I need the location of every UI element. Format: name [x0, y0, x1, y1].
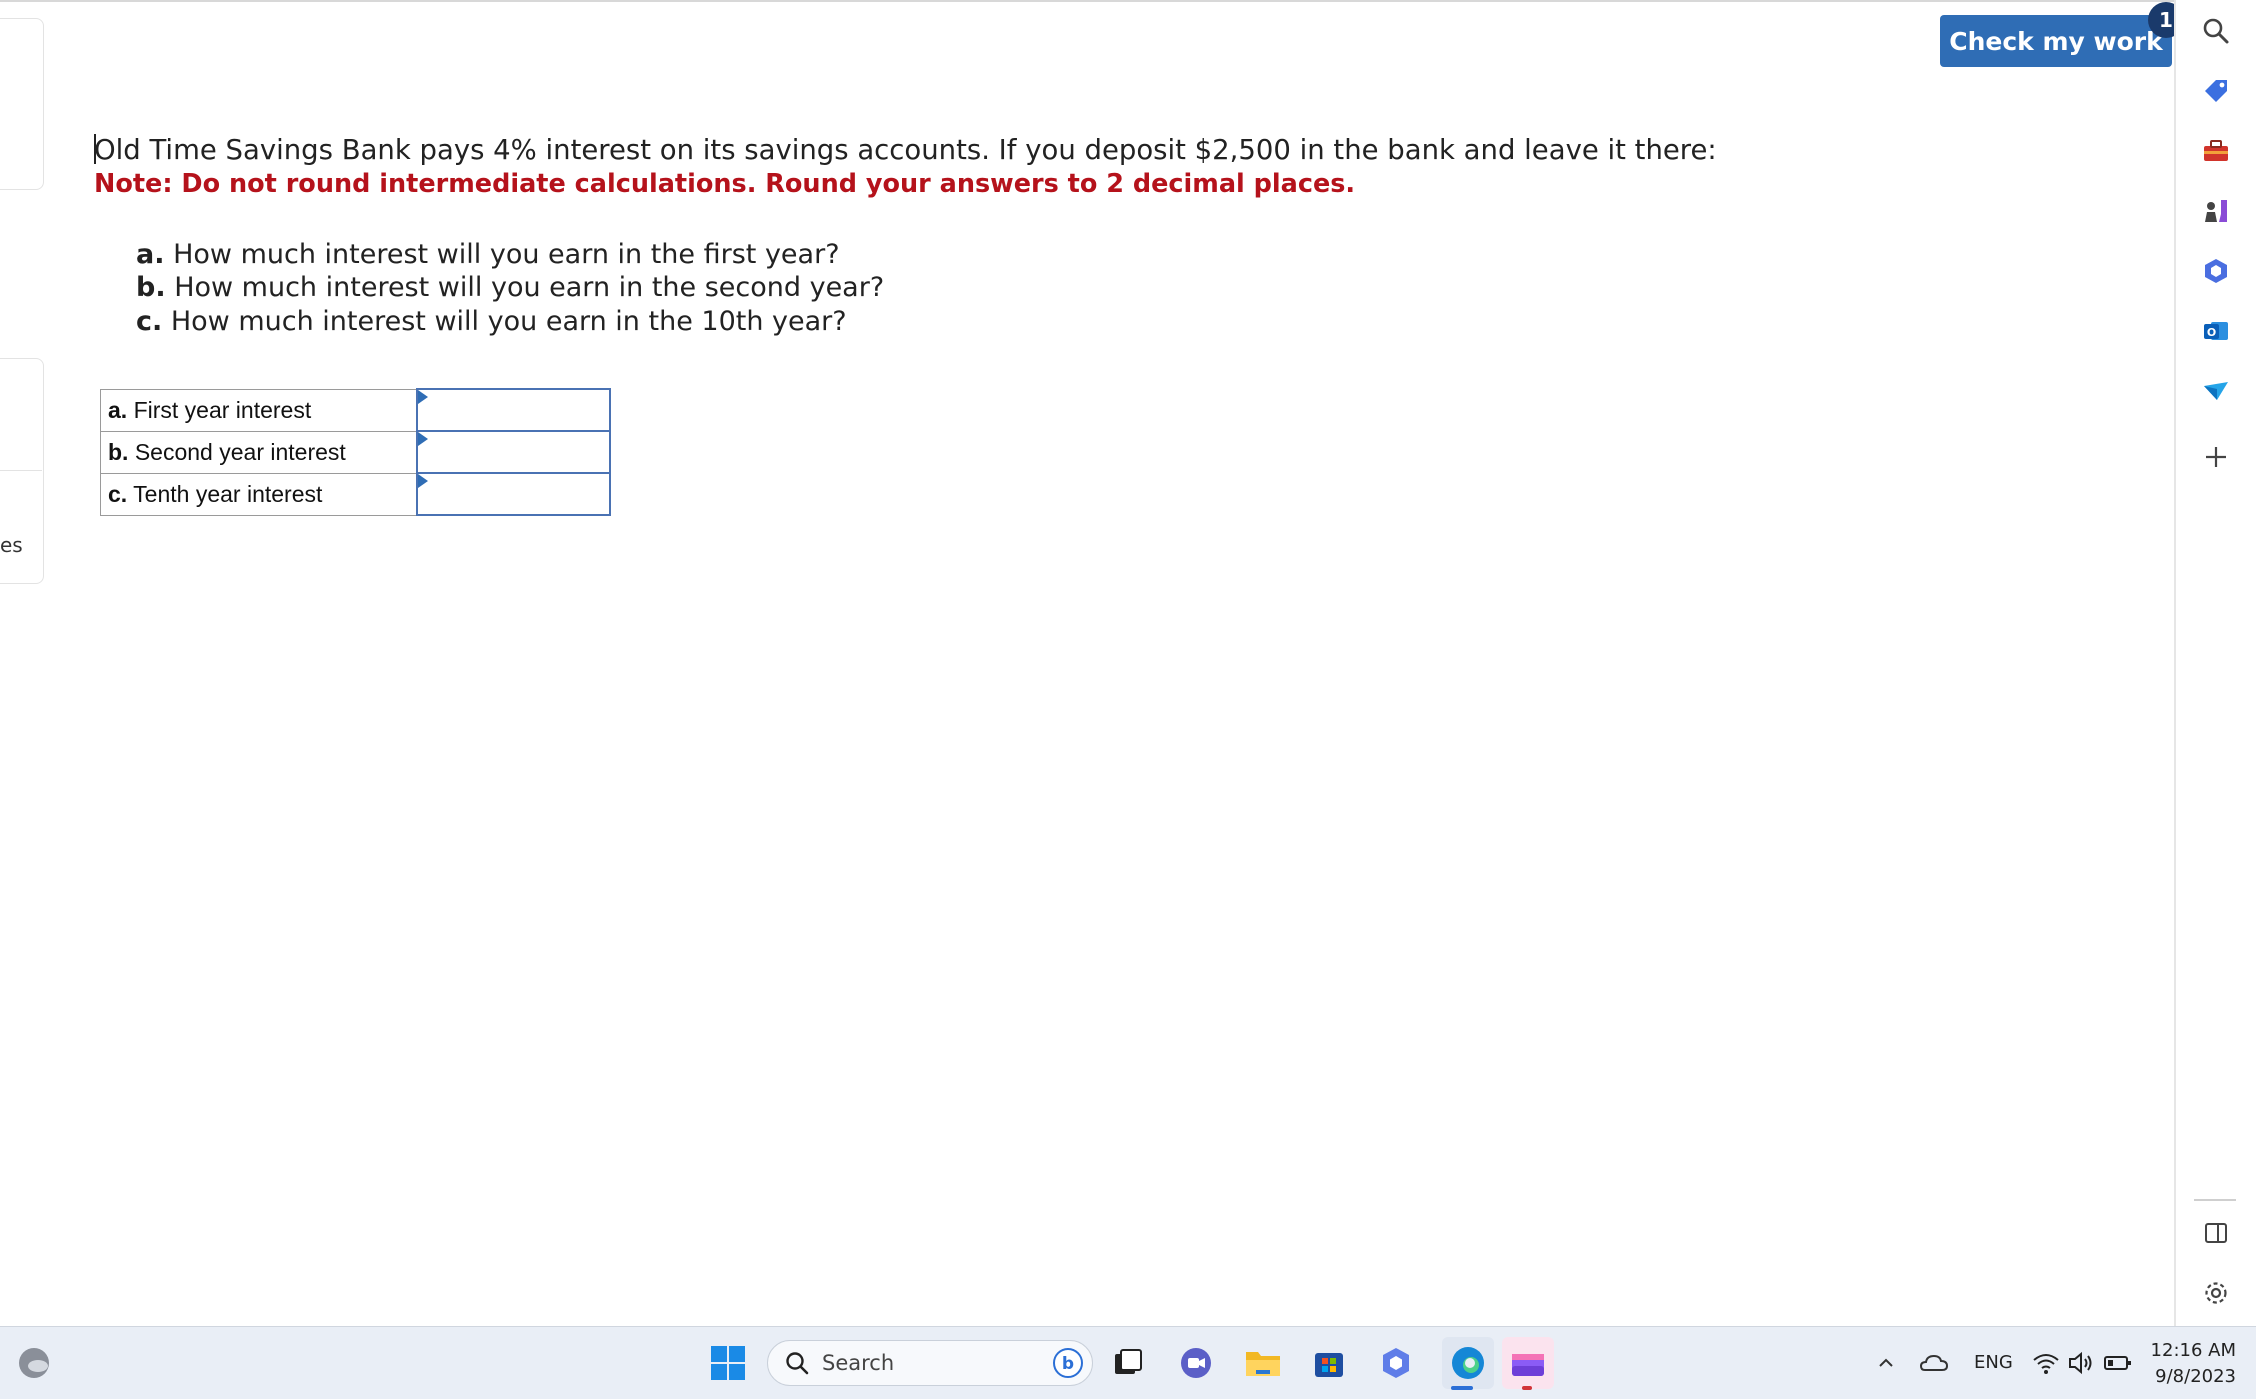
clock-date: 9/8/2023 — [2155, 1366, 2236, 1387]
answer-table: a. First year interest b. Second year in… — [100, 388, 611, 516]
second-year-interest-input[interactable] — [418, 432, 609, 472]
check-my-work-button[interactable]: Check my work — [1940, 15, 2172, 67]
chess-icon[interactable] — [2199, 194, 2233, 228]
question-part-text: How much interest will you earn in the f… — [173, 239, 840, 270]
search-icon — [786, 1352, 809, 1375]
microsoft-store-icon[interactable] — [1309, 1343, 1349, 1383]
input-marker-icon — [418, 432, 428, 446]
search-icon[interactable] — [2199, 14, 2233, 48]
question-part-letter: a. — [136, 239, 165, 270]
question-part-a: a. How much interest will you earn in th… — [136, 239, 840, 270]
onedrive-icon[interactable] — [1914, 1343, 1954, 1383]
copilot-icon[interactable] — [2199, 254, 2233, 288]
svg-text:b: b — [1062, 1354, 1074, 1374]
clipchamp-icon[interactable] — [1502, 1337, 1554, 1389]
question-note: Note: Do not round intermediate calculat… — [94, 169, 1356, 199]
question-part-c: c. How much interest will you earn in th… — [136, 306, 847, 337]
row-letter: a. — [108, 396, 128, 423]
question-prompt: Old Time Savings Bank pays 4% interest o… — [94, 134, 1717, 166]
system-clock[interactable]: 12:16 AM 9/8/2023 — [2142, 1338, 2236, 1390]
tag-icon[interactable] — [2199, 74, 2233, 108]
question-part-b: b. How much interest will you earn in th… — [136, 272, 884, 303]
settings-icon[interactable] — [2199, 1276, 2233, 1310]
chevron-up-icon[interactable] — [1866, 1343, 1906, 1383]
question-part-letter: b. — [136, 272, 166, 303]
row-label: c. Tenth year interest — [100, 472, 418, 516]
table-row: c. Tenth year interest — [100, 472, 611, 516]
left-panel-partial-label: es — [0, 533, 23, 557]
svg-text:O: O — [2207, 326, 2216, 339]
edge-browser-icon[interactable] — [1442, 1337, 1494, 1389]
start-windows-icon[interactable] — [708, 1343, 748, 1383]
row-label: a. First year interest — [100, 388, 418, 432]
tenth-year-interest-input[interactable] — [418, 474, 609, 514]
teams-chat-icon[interactable] — [1176, 1343, 1216, 1383]
battery-icon[interactable] — [2098, 1343, 2138, 1383]
send-icon[interactable] — [2199, 374, 2233, 408]
toolbox-icon[interactable] — [2199, 134, 2233, 168]
file-explorer-icon[interactable] — [1243, 1343, 1283, 1383]
question-prompt-text: Old Time Savings Bank pays 4% interest o… — [94, 134, 1717, 166]
row-label: b. Second year interest — [100, 430, 418, 474]
copilot-taskbar-icon[interactable] — [1376, 1343, 1416, 1383]
answer-cell — [416, 430, 611, 474]
clipchamp-indicator — [1522, 1386, 1532, 1390]
question-part-text: How much interest will you earn in the s… — [174, 272, 885, 303]
row-letter: b. — [108, 438, 129, 465]
split-view-icon[interactable] — [2199, 1216, 2233, 1250]
clock-time: 12:16 AM — [2150, 1340, 2236, 1361]
table-row: b. Second year interest — [100, 430, 611, 474]
answer-cell — [416, 472, 611, 516]
plus-icon[interactable] — [2199, 440, 2233, 474]
row-label-text: Tenth year interest — [133, 480, 323, 507]
weather-widget-icon[interactable] — [14, 1343, 54, 1383]
question-part-letter: c. — [136, 306, 163, 337]
row-letter: c. — [108, 480, 128, 507]
question-part-text: How much interest will you earn in the 1… — [170, 306, 847, 337]
answer-cell — [416, 388, 611, 432]
input-marker-icon — [418, 474, 428, 488]
sidebar-separator — [2194, 1199, 2236, 1201]
row-label-text: First year interest — [133, 396, 312, 423]
outlook-icon[interactable]: O — [2199, 314, 2233, 348]
volume-icon[interactable] — [2062, 1343, 2102, 1383]
wifi-icon[interactable] — [2026, 1343, 2066, 1383]
first-year-interest-input[interactable] — [418, 390, 609, 430]
left-panel-divider — [0, 470, 42, 471]
row-label-text: Second year interest — [134, 438, 346, 465]
table-row: a. First year interest — [100, 388, 611, 432]
left-side-panel[interactable] — [0, 18, 44, 190]
edge-active-indicator — [1451, 1386, 1473, 1390]
taskbar-search-box[interactable]: Search b — [767, 1340, 1093, 1386]
top-rule — [0, 0, 2175, 2]
bing-icon[interactable]: b — [1052, 1347, 1084, 1379]
task-view-icon[interactable] — [1108, 1343, 1148, 1383]
taskbar-search-placeholder: Search — [822, 1351, 895, 1375]
input-marker-icon — [418, 390, 428, 404]
language-indicator[interactable]: ENG — [1974, 1352, 2013, 1373]
